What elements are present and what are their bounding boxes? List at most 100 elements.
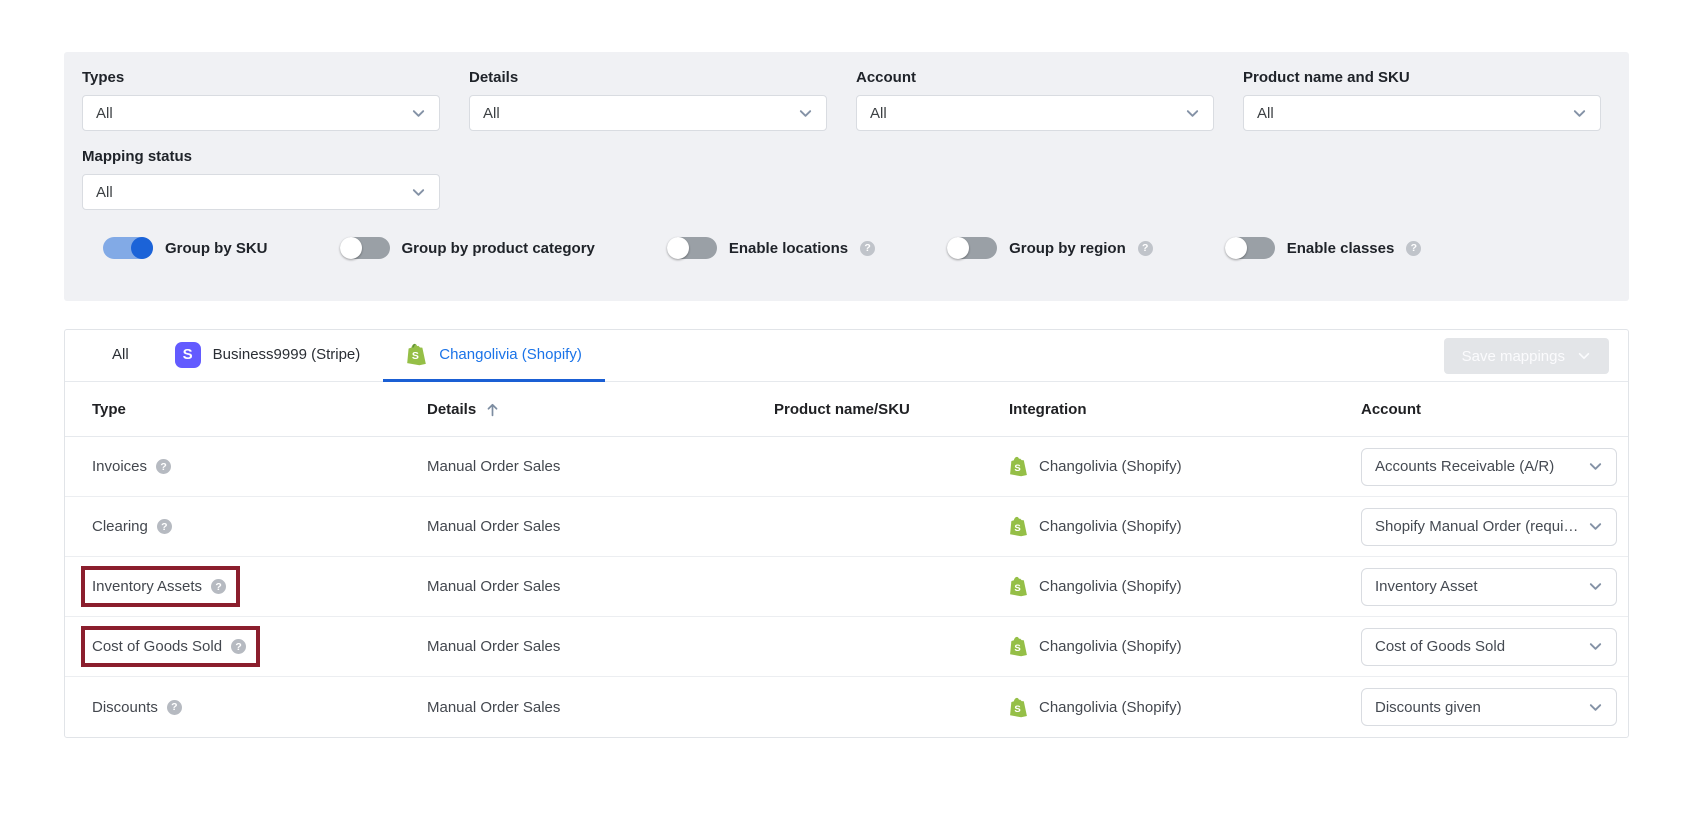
column-header-type[interactable]: Type: [92, 401, 427, 418]
filter-account-label: Account: [856, 69, 916, 86]
details-cell: Manual Order Sales: [427, 518, 561, 535]
filter-types-select[interactable]: All: [82, 95, 440, 131]
table-row: Inventory Assets Manual Order Sales S Ch…: [65, 557, 1628, 617]
filter-product-sku: Product name and SKU All: [1243, 69, 1601, 131]
account-cell: Shopify Manual Order (requi…: [1361, 507, 1628, 546]
sort-ascending-icon: [487, 403, 498, 416]
question-mark-icon[interactable]: [860, 240, 876, 256]
integration-label: Changolivia (Shopify): [1039, 638, 1182, 655]
chevron-down-icon: [1573, 109, 1586, 117]
question-mark-icon[interactable]: [211, 579, 227, 594]
account-value: Cost of Goods Sold: [1375, 638, 1506, 655]
svg-text:S: S: [412, 350, 419, 362]
toggle-group-by-region: Group by region: [947, 237, 1153, 259]
account-cell: Inventory Asset: [1361, 567, 1628, 606]
filter-mapping-status-label: Mapping status: [82, 148, 193, 165]
account-select[interactable]: Cost of Goods Sold: [1361, 627, 1617, 666]
svg-text:S: S: [1014, 643, 1020, 654]
filter-mapping-status-select[interactable]: All: [82, 174, 440, 210]
group-by-sku-label: Group by SKU: [165, 239, 268, 257]
column-header-account[interactable]: Account: [1361, 401, 1628, 418]
integration-label: Changolivia (Shopify): [1039, 698, 1182, 716]
filter-product-sku-select[interactable]: All: [1243, 95, 1601, 131]
toggle-enable-classes: Enable classes: [1224, 237, 1422, 259]
question-mark-icon[interactable]: [231, 639, 247, 654]
filter-types-label: Types: [82, 69, 125, 86]
group-by-product-category-toggle[interactable]: [339, 237, 390, 259]
svg-text:S: S: [1014, 703, 1020, 714]
filter-product-sku-value: All: [1257, 104, 1274, 122]
column-header-details[interactable]: Details: [427, 401, 774, 418]
chevron-down-icon: [412, 188, 425, 196]
enable-classes-toggle[interactable]: [1224, 237, 1275, 259]
chevron-down-icon: [412, 109, 425, 117]
account-select[interactable]: Inventory Asset: [1361, 567, 1617, 606]
filter-details-select[interactable]: All: [469, 95, 827, 131]
filter-account-select[interactable]: All: [856, 95, 1214, 131]
highlight-box: Inventory Assets: [81, 566, 241, 607]
account-select[interactable]: Accounts Receivable (A/R): [1361, 447, 1617, 486]
type-cell: Clearing: [92, 518, 427, 535]
toggle-knob: [947, 237, 970, 259]
type-cell: Discounts: [92, 699, 427, 716]
shopify-icon: S: [1010, 516, 1027, 537]
question-mark-icon[interactable]: [156, 519, 172, 534]
highlight-box: Cost of Goods Sold: [81, 626, 261, 667]
toggle-group-by-product-category: Group by product category: [339, 237, 595, 259]
account-select[interactable]: Shopify Manual Order (requi…: [1361, 507, 1617, 546]
question-mark-icon[interactable]: [166, 699, 182, 715]
row-type-label: Invoices: [92, 458, 148, 475]
filter-details-label: Details: [469, 69, 519, 86]
filter-row-primary: Types All Details All Account All Produc…: [82, 69, 1611, 131]
tab-business9999-stripe[interactable]: Business9999 (Stripe): [152, 330, 384, 382]
table-row: Discounts Manual Order Sales S Changoliv…: [65, 677, 1628, 737]
chevron-down-icon: [1186, 109, 1199, 117]
chevron-down-icon: [1589, 583, 1602, 590]
type-cell: Inventory Assets: [81, 566, 427, 607]
question-mark-icon[interactable]: [1406, 240, 1422, 256]
group-by-sku-toggle[interactable]: [103, 237, 153, 259]
toggle-knob: [339, 237, 362, 259]
filter-account: Account All: [856, 69, 1214, 131]
filter-mapping-status-value: All: [96, 183, 113, 201]
shopify-icon: S: [1010, 636, 1027, 657]
tab-changolivia-shopify[interactable]: S Changolivia (Shopify): [383, 330, 605, 382]
question-mark-icon[interactable]: [1137, 240, 1153, 256]
table-row: Clearing Manual Order Sales S Changolivi…: [65, 497, 1628, 557]
chevron-down-icon: [1578, 352, 1590, 360]
filter-account-value: All: [870, 104, 887, 122]
table-row: Invoices Manual Order Sales S Changolivi…: [65, 437, 1628, 497]
group-by-region-toggle[interactable]: [947, 237, 998, 259]
integration-label: Changolivia (Shopify): [1039, 518, 1182, 535]
integration-label: Changolivia (Shopify): [1039, 578, 1182, 595]
row-type-label: Discounts: [92, 698, 158, 716]
account-cell: Discounts given: [1361, 688, 1628, 726]
column-header-product-sku[interactable]: Product name/SKU: [774, 401, 1009, 418]
type-wrap: Discounts: [92, 699, 182, 716]
filter-product-sku-label: Product name and SKU: [1243, 69, 1410, 86]
toggle-enable-locations: Enable locations: [666, 237, 876, 259]
column-header-integration[interactable]: Integration: [1009, 401, 1361, 418]
svg-text:S: S: [1014, 523, 1020, 534]
integration-cell: S Changolivia (Shopify): [1009, 697, 1361, 718]
account-cell: Cost of Goods Sold: [1361, 627, 1628, 666]
filter-row-secondary: Mapping status All: [82, 148, 1611, 210]
save-mappings-button[interactable]: Save mappings: [1443, 338, 1609, 374]
account-value: Accounts Receivable (A/R): [1375, 458, 1555, 475]
enable-locations-toggle[interactable]: [666, 237, 717, 259]
toggle-knob: [131, 237, 153, 259]
account-select[interactable]: Discounts given: [1361, 688, 1617, 726]
filter-mapping-status: Mapping status All: [82, 148, 440, 210]
question-mark-icon[interactable]: [156, 459, 172, 474]
integration-cell: S Changolivia (Shopify): [1009, 516, 1361, 537]
row-type-label: Clearing: [92, 518, 148, 535]
svg-text:S: S: [1014, 463, 1020, 474]
account-value: Discounts given: [1375, 698, 1481, 716]
filter-types-value: All: [96, 104, 113, 122]
svg-text:S: S: [1014, 583, 1020, 594]
row-type-label: Cost of Goods Sold: [92, 638, 223, 655]
tab-all[interactable]: All: [89, 330, 152, 382]
chevron-down-icon: [1589, 523, 1602, 530]
shopify-icon: S: [1010, 576, 1027, 597]
type-cell: Invoices: [92, 458, 427, 475]
